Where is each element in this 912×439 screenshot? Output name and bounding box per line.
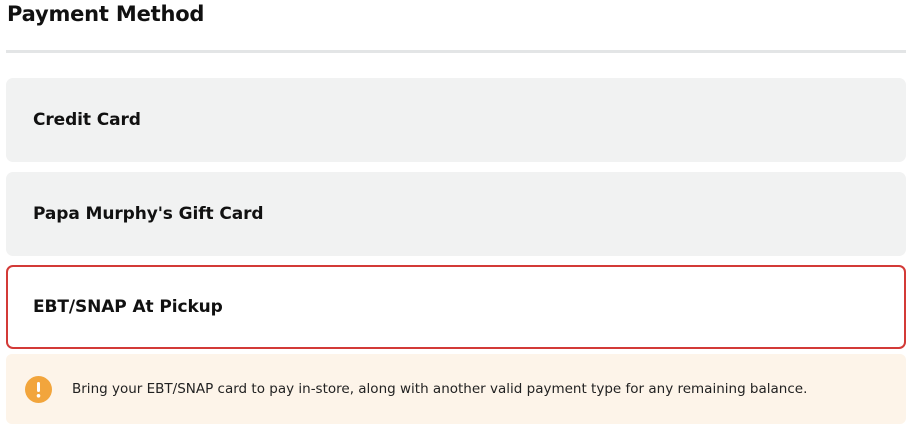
payment-option-ebt-snap[interactable]: EBT/SNAP At Pickup bbox=[6, 265, 906, 349]
page-title: Payment Method bbox=[7, 2, 205, 26]
notice-text: Bring your EBT/SNAP card to pay in-store… bbox=[72, 381, 808, 397]
ebt-notice-banner: Bring your EBT/SNAP card to pay in-store… bbox=[6, 354, 906, 424]
payment-option-label: Credit Card bbox=[33, 110, 141, 130]
payment-option-label: EBT/SNAP At Pickup bbox=[33, 297, 223, 317]
payment-option-label: Papa Murphy's Gift Card bbox=[33, 204, 264, 224]
payment-option-gift-card[interactable]: Papa Murphy's Gift Card bbox=[6, 172, 906, 256]
section-divider bbox=[6, 50, 906, 53]
warning-icon bbox=[25, 375, 52, 403]
payment-option-credit-card[interactable]: Credit Card bbox=[6, 78, 906, 162]
